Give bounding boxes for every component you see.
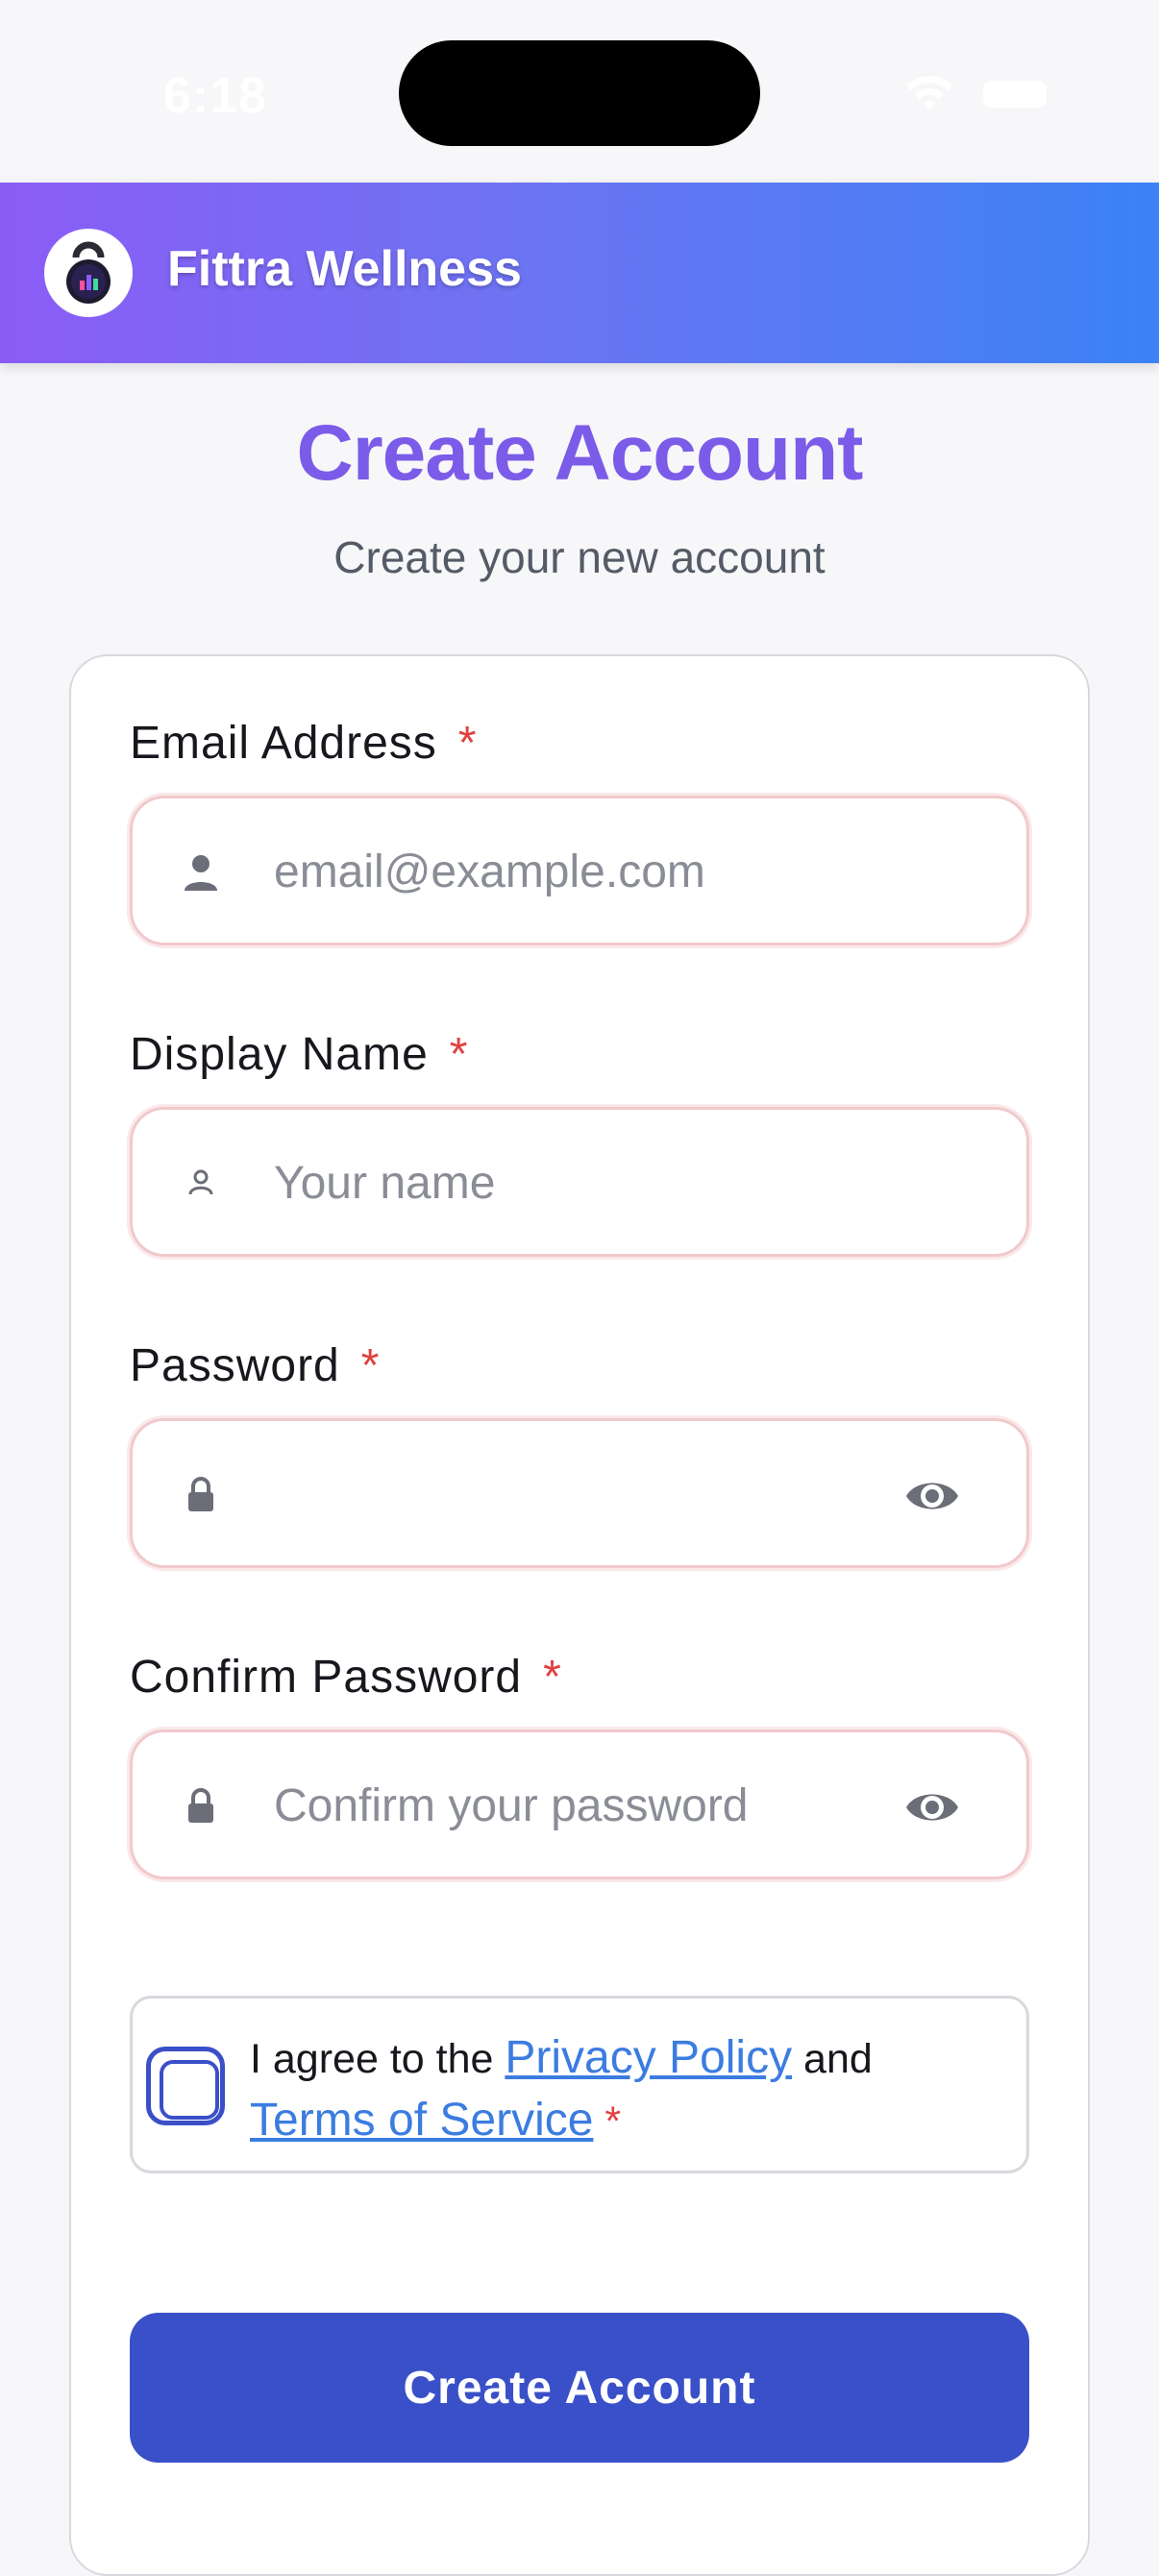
required-marker: * bbox=[449, 1029, 469, 1080]
confirm-password-field-container[interactable] bbox=[130, 1730, 1029, 1879]
required-marker: * bbox=[604, 2098, 622, 2145]
email-label: Email Address * bbox=[130, 718, 478, 769]
password-input[interactable] bbox=[272, 1440, 925, 1548]
password-field-container[interactable] bbox=[130, 1418, 1029, 1568]
display-name-input[interactable] bbox=[272, 1129, 925, 1237]
privacy-policy-link[interactable]: Privacy Policy bbox=[505, 2032, 792, 2083]
create-account-button[interactable]: Create Account bbox=[130, 2313, 1029, 2463]
confirm-password-input[interactable] bbox=[272, 1752, 925, 1859]
lock-icon bbox=[188, 1477, 213, 1511]
confirm-password-label: Confirm Password * bbox=[130, 1652, 562, 1703]
agreement-text: I agree to the Privacy Policy and Terms o… bbox=[250, 2032, 873, 2146]
app-title: Fittra Wellness bbox=[167, 241, 522, 297]
agreement-box: I agree to the Privacy Policy and Terms o… bbox=[130, 1996, 1029, 2173]
eye-icon[interactable] bbox=[903, 1782, 961, 1832]
terms-of-service-link[interactable]: Terms of Service bbox=[250, 2095, 593, 2146]
required-marker: * bbox=[457, 718, 478, 769]
display-name-field-container[interactable] bbox=[130, 1107, 1029, 1257]
app-header: Fittra Wellness bbox=[0, 183, 1159, 363]
required-marker: * bbox=[360, 1340, 381, 1391]
user-icon bbox=[185, 855, 217, 891]
status-bar: 6:18 bbox=[0, 0, 1159, 183]
page-subtitle: Create your new account bbox=[333, 532, 826, 582]
status-time: 6:18 bbox=[163, 68, 268, 124]
app-logo bbox=[44, 229, 133, 317]
battery-icon bbox=[983, 81, 1047, 108]
page-title: Create Account bbox=[296, 409, 864, 497]
required-marker: * bbox=[543, 1652, 562, 1703]
user-outline-icon bbox=[188, 1169, 213, 1195]
email-field-container[interactable] bbox=[130, 796, 1029, 945]
display-name-label: Display Name * bbox=[130, 1029, 469, 1080]
dynamic-island bbox=[399, 40, 760, 146]
eye-icon[interactable] bbox=[903, 1471, 961, 1521]
agreement-checkbox[interactable] bbox=[146, 2047, 225, 2125]
lock-icon bbox=[188, 1788, 213, 1823]
kettlebell-logo-icon bbox=[66, 241, 111, 304]
password-label: Password * bbox=[130, 1340, 381, 1391]
wifi-icon bbox=[906, 76, 952, 110]
email-input[interactable] bbox=[272, 818, 925, 925]
